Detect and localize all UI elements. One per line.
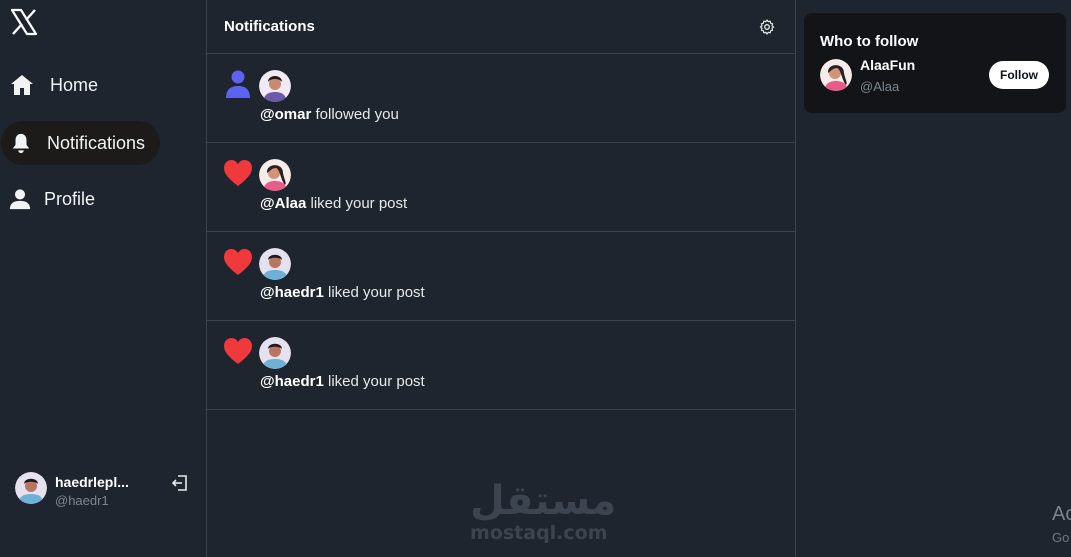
notification-action: liked your post: [323, 373, 425, 390]
nav-item-profile[interactable]: Profile: [8, 177, 158, 221]
notifications-column: Notifications @omar followed you @Alaa l…: [207, 0, 796, 557]
account-name: haedrlepl...: [55, 474, 129, 490]
notification-user[interactable]: @haedr1: [260, 373, 324, 390]
notification-user[interactable]: @Alaa: [260, 195, 306, 212]
account-switcher[interactable]: haedrlepl... @haedr1: [15, 472, 195, 516]
left-sidebar: Home Notifications Profile haedrlepl... …: [0, 0, 207, 557]
notification-action: followed you: [311, 106, 399, 123]
notification-user[interactable]: @haedr1: [260, 284, 324, 301]
notification-text: @Alaa liked your post: [260, 195, 407, 212]
heart-icon: [223, 336, 253, 366]
page-title: Notifications: [224, 18, 315, 35]
notification-item[interactable]: @haedr1 liked your post: [207, 321, 795, 410]
bell-icon: [9, 131, 33, 155]
who-to-follow-card: Who to follow AlaaFun @Alaa Follow: [804, 13, 1066, 113]
heart-icon: [223, 247, 253, 277]
avatar: [15, 472, 47, 504]
suggestion-name[interactable]: AlaaFun: [860, 57, 915, 73]
x-logo-icon[interactable]: [10, 8, 38, 36]
notification-text: @haedr1 liked your post: [260, 373, 425, 390]
follow-button[interactable]: Follow: [989, 61, 1049, 89]
watermark-latin: mostaql.com: [470, 522, 608, 544]
avatar: [259, 70, 291, 102]
suggestion-handle: @Alaa: [860, 79, 900, 94]
avatar: [259, 248, 291, 280]
notification-text: @haedr1 liked your post: [260, 284, 425, 301]
account-handle: @haedr1: [55, 493, 109, 508]
who-to-follow-title: Who to follow: [820, 33, 919, 50]
nav-label-notifications: Notifications: [47, 132, 146, 153]
os-activation-text: Ac: [1052, 503, 1071, 525]
notification-item[interactable]: @haedr1 liked your post: [207, 232, 795, 321]
nav-label-profile: Profile: [44, 188, 96, 209]
avatar: [259, 159, 291, 191]
nav-item-home[interactable]: Home: [10, 63, 160, 107]
os-activation-subtext: Go: [1052, 530, 1070, 545]
account-text: haedrlepl... @haedr1: [55, 474, 135, 508]
notification-action: liked your post: [306, 195, 408, 212]
gear-icon[interactable]: [759, 18, 775, 35]
nav-label-home: Home: [50, 74, 99, 95]
notification-action: liked your post: [323, 284, 425, 301]
notification-text: @omar followed you: [260, 106, 399, 123]
heart-icon: [223, 158, 253, 188]
notification-item[interactable]: @Alaa liked your post: [207, 143, 795, 232]
person-icon: [223, 69, 253, 99]
user-icon: [8, 187, 32, 211]
notification-item[interactable]: @omar followed you: [207, 54, 795, 143]
avatar[interactable]: [820, 59, 852, 91]
watermark-arabic: مستقل: [470, 478, 617, 524]
notification-user[interactable]: @omar: [260, 106, 311, 123]
nav-item-notifications[interactable]: Notifications: [1, 121, 160, 165]
avatar: [259, 337, 291, 369]
home-icon: [10, 73, 34, 97]
column-header: Notifications: [207, 0, 795, 54]
logout-icon[interactable]: [171, 474, 189, 492]
